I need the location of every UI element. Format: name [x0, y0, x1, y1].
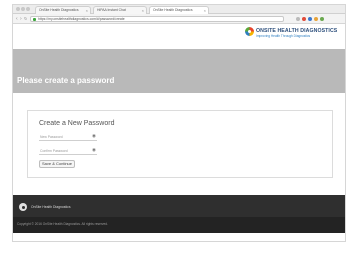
footer-brand: OnSite Health Diagnostics	[31, 205, 71, 209]
save-continue-button[interactable]: Save & Continue	[39, 160, 75, 168]
tab-label: HiPAA Instant Chat	[97, 8, 126, 12]
form-title: Create a New Password	[39, 120, 115, 127]
window-maximize-icon[interactable]	[26, 7, 30, 11]
back-arrow-icon[interactable]: ‹	[16, 16, 18, 22]
site-footer: OnSite Health Diagnostics Copyright © 20…	[13, 195, 345, 233]
url-field[interactable]: https://my.onsitehealthdiagnostics.com/#…	[30, 16, 284, 22]
forward-arrow-icon[interactable]: ›	[20, 16, 22, 22]
browser-tab-1[interactable]: OnSite Health Diagnostics ×	[35, 6, 91, 14]
confirm-password-input[interactable]	[39, 148, 97, 155]
copyright-text: Copyright © 2016 OnSite Health Diagnosti…	[17, 222, 108, 226]
brand-logo-icon[interactable]	[245, 27, 254, 36]
close-tab-icon[interactable]: ×	[204, 7, 206, 14]
brand-tagline: Improving Health Through Diagnostics	[256, 34, 311, 38]
page-title: Please create a password	[17, 76, 115, 85]
create-password-card: Create a New Password ◉ ◉ Save & Continu…	[27, 110, 333, 178]
tab-label: OnSite Health Diagnostics	[39, 8, 79, 12]
lock-icon	[33, 18, 36, 21]
extension-icon[interactable]	[314, 17, 318, 21]
extension-icon[interactable]	[308, 17, 312, 21]
star-icon[interactable]	[296, 17, 300, 21]
site-header: ONSITE HEALTH DIAGNOSTICS Improving Heal…	[13, 24, 345, 49]
window-close-icon[interactable]	[16, 7, 20, 11]
footer-logo-icon	[19, 203, 27, 211]
url-text: https://my.onsitehealthdiagnostics.com/#…	[38, 17, 125, 21]
close-tab-icon[interactable]: ×	[86, 7, 88, 14]
tab-label: OnSite Health Diagnostics	[153, 8, 193, 12]
tab-strip: OnSite Health Diagnostics × HiPAA Instan…	[13, 5, 345, 14]
footer-bottom-bar: Copyright © 2016 OnSite Health Diagnosti…	[13, 217, 345, 233]
close-tab-icon[interactable]: ×	[142, 7, 144, 14]
browser-tab-2[interactable]: HiPAA Instant Chat ×	[93, 6, 147, 14]
extension-icon[interactable]	[302, 17, 306, 21]
window-minimize-icon[interactable]	[21, 7, 25, 11]
show-password-icon[interactable]: ◉	[92, 133, 96, 139]
address-bar-row: ‹ › ↻ https://my.onsitehealthdiagnostics…	[13, 14, 345, 24]
new-password-input[interactable]	[39, 134, 97, 141]
browser-tab-3-active[interactable]: OnSite Health Diagnostics ×	[149, 6, 209, 14]
show-password-icon[interactable]: ◉	[92, 147, 96, 153]
reload-icon[interactable]: ↻	[24, 16, 27, 22]
page-banner: Please create a password	[13, 49, 345, 93]
browser-window: OnSite Health Diagnostics × HiPAA Instan…	[12, 4, 346, 242]
extension-icon[interactable]	[320, 17, 324, 21]
